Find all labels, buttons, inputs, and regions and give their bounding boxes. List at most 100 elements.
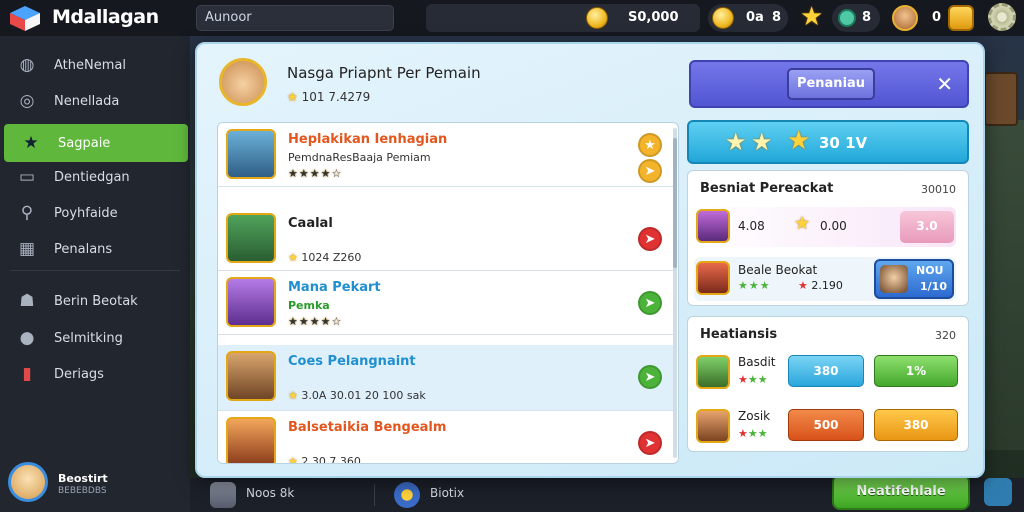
sidebar-item-2[interactable]: ★ Sagpaie	[4, 124, 188, 162]
gem-icon	[838, 9, 856, 27]
heat-pill-2[interactable]: 1%	[874, 355, 958, 387]
modal-title: Nasga Priapnt Per Pemain	[287, 64, 481, 82]
app-logo-icon	[10, 6, 40, 31]
list-item-selected[interactable]: Coes Pelangnaint ★ 3.0A 30.01 20 100 sak…	[218, 345, 674, 411]
profile-subtitle: BEBEBDBS	[58, 486, 107, 496]
recent-row-1[interactable]: 4.08 ★ 0.00 3.0	[694, 207, 956, 247]
heat-stars: ★★★	[738, 427, 768, 440]
star-icon: ★	[751, 128, 773, 156]
sidebar-item-label: Penalans	[54, 241, 113, 257]
heat-stars: ★★★	[738, 373, 768, 386]
remove-button[interactable]: ➤	[638, 227, 662, 251]
search-input[interactable]: Aunoor	[196, 5, 394, 31]
gems-panel[interactable]: 8	[832, 4, 880, 32]
player-name: Balsetaikia Bengealm	[288, 420, 447, 435]
recent-name: Beale Beokat	[738, 263, 818, 277]
player-avatar[interactable]	[892, 5, 918, 31]
modal-subtitle-text: 101 7.4279	[301, 90, 371, 104]
recent-value-a: 4.08	[738, 219, 765, 233]
list-item[interactable]: Caalal ★ 1024 Z260 ➤	[218, 207, 674, 271]
list-item[interactable]: Mana Pekart Pemka ★★★★☆ ➤	[218, 271, 674, 335]
recent-value-c[interactable]: 3.0	[900, 211, 954, 243]
player-avatar	[226, 417, 276, 463]
player-detail: ★ 3.0A 30.01 20 100 sak	[288, 389, 426, 402]
sidebar-item-6[interactable]: ☗ Berin Beotak	[0, 282, 190, 320]
sidebar-item-0[interactable]: ◍ AtheNemal	[0, 46, 190, 84]
player-name: Heplakikan Ienhagian	[288, 132, 448, 147]
recent-badge[interactable]: NOU 1/10	[874, 259, 954, 299]
shield-icon[interactable]	[394, 482, 420, 508]
player-detail: ★ 2.30 7.360	[288, 455, 361, 464]
coins-panel[interactable]: S0,000	[426, 4, 700, 32]
sidebar-divider	[10, 270, 180, 271]
sidebar-item-label: Deriags	[54, 366, 104, 382]
heat-pill-1-text: 500	[813, 418, 839, 432]
player-avatar	[226, 277, 276, 327]
sidebar-item-3[interactable]: ▭ Dentiedgan	[0, 158, 190, 196]
heat-pill-2-text: 1%	[905, 364, 927, 378]
settings-gear-icon[interactable]	[988, 3, 1016, 31]
recent-value-text: 2.190	[811, 279, 843, 292]
bottom-divider	[374, 484, 375, 506]
heat-pill-2[interactable]: 380	[874, 409, 958, 441]
recent-value-b: 0.00	[820, 219, 847, 233]
sidebar-item-1[interactable]: ◎ Nenellada	[0, 82, 190, 120]
energy-panel[interactable]: 0a 8	[708, 4, 788, 32]
sidebar-item-4[interactable]: ⚲ Poyhfaide	[0, 194, 190, 232]
star-icon: ★	[288, 455, 298, 464]
heat-name: Basdit	[738, 355, 776, 369]
list-item[interactable]: Heplakikan Ienhagian PemdnaResBaaja Pemi…	[218, 123, 674, 187]
heat-pill-1[interactable]: 500	[788, 409, 864, 441]
accept-button[interactable]: ➤	[638, 291, 662, 315]
list-item[interactable]: Balsetaikia Bengealm ★ 2.30 7.360 ➤	[218, 411, 674, 464]
favorite-button[interactable]: ★	[638, 133, 662, 157]
remove-button[interactable]: ➤	[638, 431, 662, 455]
sidebar-item-8[interactable]: ▮ Deriags	[0, 355, 190, 393]
extra-icon[interactable]	[984, 478, 1012, 506]
accept-button[interactable]: ➤	[638, 365, 662, 389]
recent-card: Besniat Pereackat 30010 4.08 ★ 0.00 3.0 …	[687, 170, 969, 306]
player-stars: ★★★★☆	[288, 315, 343, 328]
player-list: Heplakikan Ienhagian PemdnaResBaaja Pemi…	[217, 122, 679, 464]
shop-button[interactable]	[948, 5, 974, 31]
heat-row-2[interactable]: Zosik ★★★ 500 380	[694, 405, 962, 447]
heat-row-1[interactable]: Basdit ★★★ 380 1%	[694, 351, 962, 393]
continue-button[interactable]: Neatifehlale	[832, 474, 970, 510]
boost-button[interactable]: ➤	[638, 159, 662, 183]
heat-name: Zosik	[738, 409, 771, 423]
rewards-modal: Nasga Priapnt Per Pemain ★ 101 7.4279 Pe…	[195, 42, 985, 478]
heat-avatar	[696, 409, 730, 443]
app-title: Mdallagan	[52, 6, 159, 28]
top-bar: Mdallagan Aunoor S0,000 0a 8 ★ 8 0	[0, 0, 1024, 36]
bottom-item-1[interactable]: Noos 8k	[246, 486, 294, 500]
player-value: 0	[932, 10, 942, 25]
close-icon[interactable]: ✕	[936, 72, 953, 96]
player-detail: ★ 1024 Z260	[288, 251, 361, 264]
scroll-thumb[interactable]	[673, 138, 677, 268]
badge-sub: 1/10	[920, 280, 947, 293]
star-icon: ★	[23, 133, 39, 153]
player-avatar	[226, 213, 276, 263]
energy-coin-icon	[712, 7, 734, 29]
inventory-icon[interactable]	[210, 482, 236, 508]
heat-title: Heatiansis	[700, 327, 778, 342]
heat-pill-1[interactable]: 380	[788, 355, 864, 387]
player-name: Mana Pekart	[288, 280, 381, 295]
recent-avatar	[696, 209, 730, 243]
sidebar-item-5[interactable]: ▦ Penalans	[0, 230, 190, 268]
badge-avatar	[880, 265, 908, 293]
sidebar-item-label: Berin Beotak	[54, 293, 138, 309]
people-icon: ☗	[19, 291, 35, 311]
search-icon: ⚲	[20, 203, 34, 223]
modal-subtitle: ★ 101 7.4279	[287, 90, 370, 104]
coin-icon	[586, 7, 608, 29]
alert-icon: ▮	[22, 364, 32, 384]
profile-avatar[interactable]	[8, 462, 48, 502]
chat-icon: ●	[19, 328, 35, 348]
recent-row-2[interactable]: Beale Beokat ★★★ ★ 2.190 NOU 1/10	[694, 257, 956, 301]
list-scrollbar[interactable]	[673, 128, 677, 458]
sidebar-item-label: Selmitking	[54, 330, 123, 346]
bottom-item-2[interactable]: Biotix	[430, 486, 464, 500]
header-action-button[interactable]: Penaniau	[787, 68, 875, 100]
sidebar-item-7[interactable]: ● Selmitking	[0, 319, 190, 357]
